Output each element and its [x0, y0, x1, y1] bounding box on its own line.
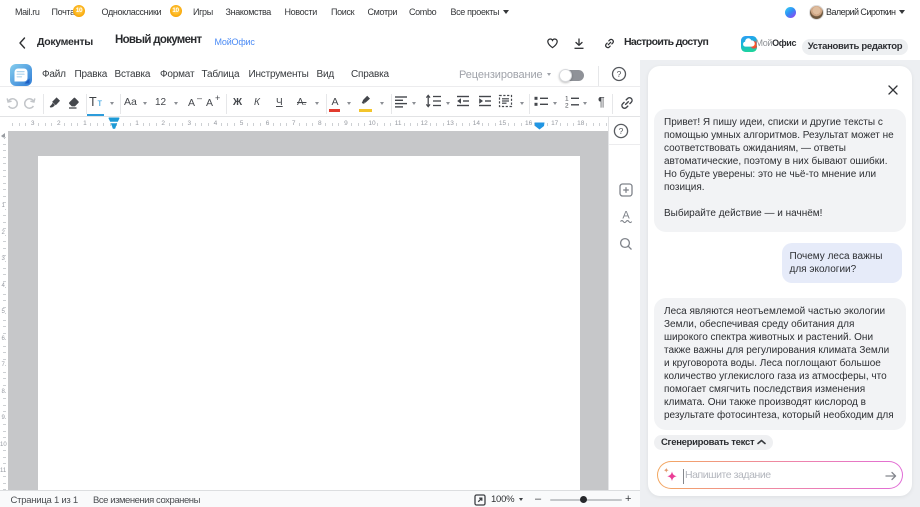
svg-text:?: ?: [619, 126, 624, 136]
svg-text:A: A: [622, 210, 630, 222]
svg-text:1: 1: [565, 96, 569, 103]
svg-text:2: 2: [565, 103, 569, 110]
svg-text:?: ?: [617, 69, 622, 79]
